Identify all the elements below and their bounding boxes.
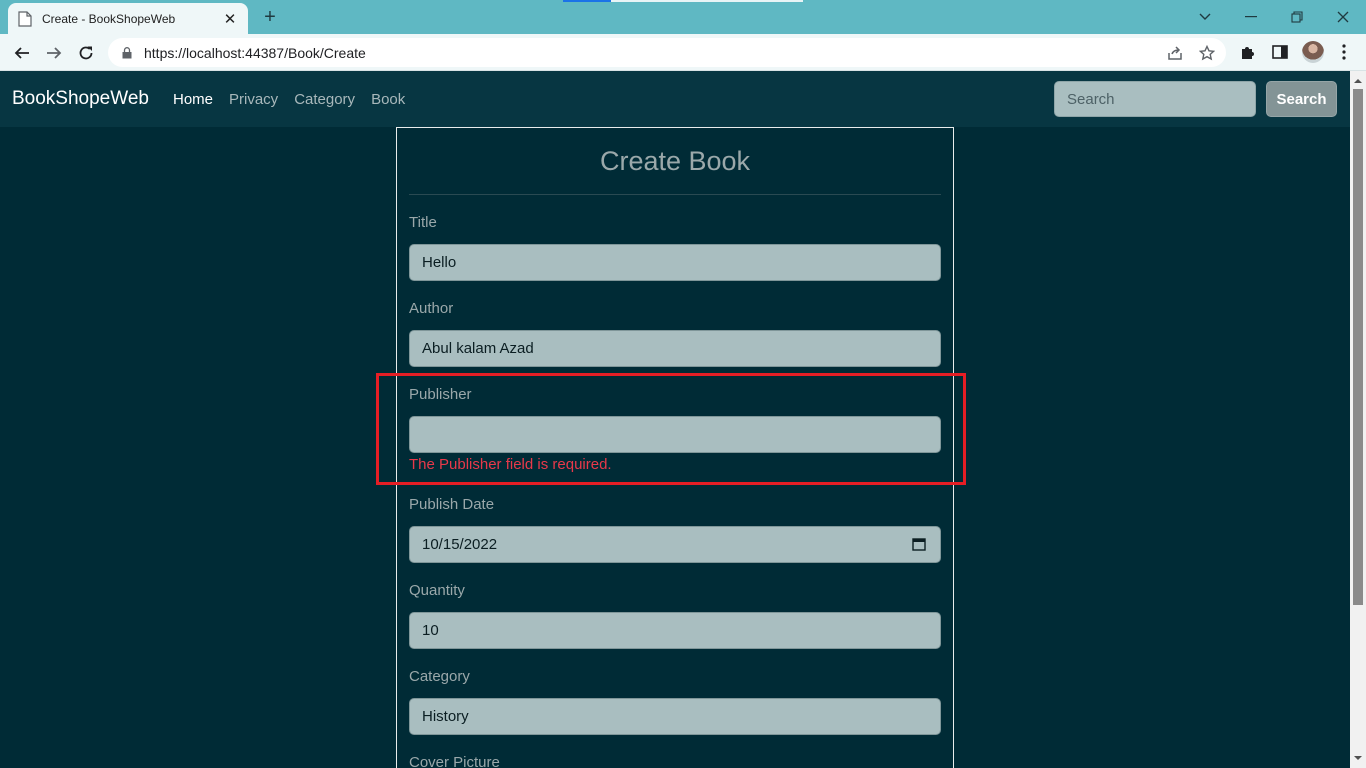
menu-kebab-icon[interactable] [1334, 42, 1354, 62]
back-icon[interactable] [8, 39, 36, 67]
new-tab-button[interactable]: + [258, 6, 282, 28]
share-icon[interactable] [1166, 44, 1184, 62]
tab-search-icon[interactable] [1182, 0, 1228, 34]
author-label: Author [409, 300, 454, 317]
search-button[interactable]: Search [1266, 81, 1337, 117]
url-text: https://localhost:44387/Book/Create [144, 44, 366, 61]
browser-toolbar: https://localhost:44387/Book/Create [0, 34, 1366, 71]
quantity-label: Quantity [409, 582, 465, 599]
browser-tab-active[interactable]: Create - BookShopeWeb ✕ [8, 3, 248, 34]
scroll-thumb[interactable] [1353, 89, 1363, 605]
page-icon [18, 10, 32, 27]
scroll-up-icon[interactable] [1354, 77, 1362, 85]
annotation-highlight-box [376, 373, 966, 485]
brand-link[interactable]: BookShopeWeb [12, 88, 149, 110]
nav-link-privacy[interactable]: Privacy [229, 91, 278, 108]
nav-link-category[interactable]: Category [294, 91, 355, 108]
nav-link-book[interactable]: Book [371, 91, 405, 108]
minimize-icon[interactable] [1228, 0, 1274, 34]
lock-icon[interactable] [122, 46, 132, 59]
publish-date-value: 10/15/2022 [422, 536, 498, 553]
calendar-icon[interactable] [912, 537, 926, 551]
reload-icon[interactable] [72, 39, 100, 67]
title-input[interactable]: Hello [409, 244, 941, 281]
category-label: Category [409, 668, 470, 685]
author-input[interactable]: Abul kalam Azad [409, 330, 941, 367]
profile-avatar[interactable] [1302, 41, 1324, 63]
close-window-icon[interactable] [1320, 0, 1366, 34]
category-select[interactable]: History [409, 698, 941, 735]
title-divider [409, 194, 941, 195]
title-label: Title [409, 214, 437, 231]
address-bar[interactable]: https://localhost:44387/Book/Create [108, 38, 1226, 67]
browser-tab-strip: Create - BookShopeWeb ✕ + [0, 0, 1366, 34]
publish-date-input[interactable]: 10/15/2022 [409, 526, 941, 563]
publish-date-label: Publish Date [409, 496, 495, 513]
quantity-input[interactable]: 10 [409, 612, 941, 649]
cover-picture-label: Cover Picture [409, 754, 500, 768]
app-navbar: BookShopeWeb Home Privacy Category Book … [0, 71, 1350, 127]
extensions-icon[interactable] [1238, 42, 1258, 62]
tab-strip-indicator-active [563, 0, 611, 2]
restore-icon[interactable] [1274, 0, 1320, 34]
forward-icon[interactable] [40, 39, 68, 67]
bookmark-star-icon[interactable] [1198, 44, 1216, 62]
tab-close-icon[interactable]: ✕ [222, 10, 238, 28]
nav-link-home[interactable]: Home [173, 91, 213, 108]
tab-title: Create - BookShopeWeb [42, 11, 176, 26]
page-scrollbar[interactable] [1350, 71, 1366, 768]
page-title: Create Book [599, 146, 751, 176]
search-input[interactable] [1054, 81, 1256, 117]
scroll-down-icon[interactable] [1354, 754, 1362, 762]
side-panel-icon[interactable] [1270, 42, 1290, 62]
